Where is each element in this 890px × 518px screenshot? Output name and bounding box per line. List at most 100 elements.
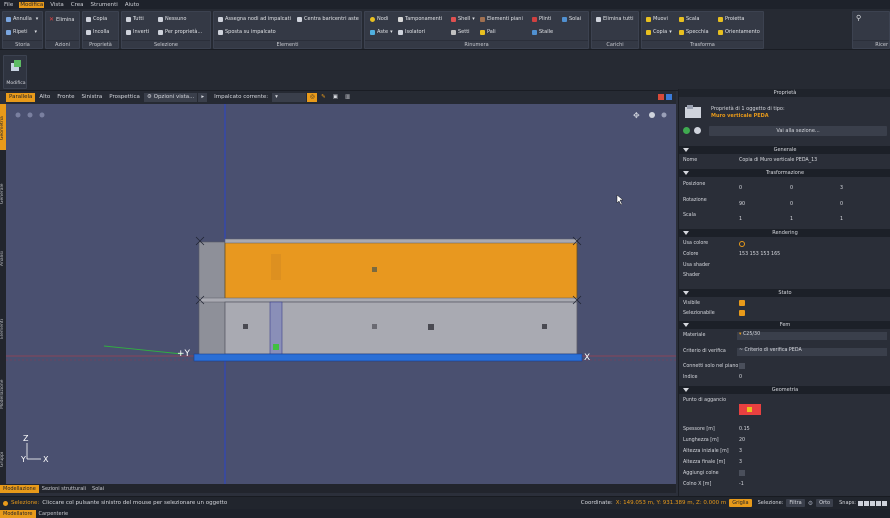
scale-y[interactable]: 1 (790, 217, 793, 222)
chevron-down-icon[interactable]: ▾ (390, 29, 393, 35)
lock-icon[interactable]: ▥ (342, 93, 353, 102)
chevron-down-icon[interactable]: ▾ (669, 29, 672, 35)
chevron-down-icon[interactable]: ▾ (36, 16, 39, 22)
foundation-beam[interactable] (193, 353, 583, 362)
section-stato[interactable]: Stato (679, 289, 890, 297)
section-generale[interactable]: Generale (679, 146, 890, 154)
renumber-planar-button[interactable]: Elementi piani (480, 16, 523, 22)
scale-x[interactable]: 1 (739, 217, 742, 222)
connect-plane-checkbox[interactable] (739, 363, 745, 369)
filter-button[interactable]: Filtra (786, 499, 805, 507)
color-field[interactable]: 153 153 153 165 (739, 252, 780, 257)
tab-solai[interactable]: Solai (89, 485, 107, 493)
top-slab[interactable] (224, 238, 578, 244)
move-to-level-button[interactable]: Sposta su impalcato (218, 29, 276, 35)
modifica-mode-button[interactable]: Modifica (3, 55, 27, 89)
mirror-button[interactable]: Specchia (679, 29, 709, 35)
search-icon[interactable]: ⚲ (856, 14, 861, 22)
end-height-field[interactable]: 3 (739, 460, 742, 465)
menu-file[interactable]: File (3, 2, 14, 8)
section-trasformazione[interactable]: Trasformazione (679, 169, 890, 177)
node-marker[interactable] (372, 324, 377, 329)
delete-button[interactable]: ✕ Elimina (49, 16, 74, 23)
view-options-button[interactable]: ⚙ Opzioni vista... (143, 93, 198, 102)
ortho-toggle[interactable]: Orto (816, 499, 834, 507)
back-icon[interactable] (683, 127, 690, 134)
snap-icon[interactable] (864, 500, 869, 506)
snap-icon[interactable] (858, 500, 863, 506)
position-y[interactable]: 0 (790, 186, 793, 191)
thickness-field[interactable]: 0.15 (739, 427, 750, 432)
section-fem[interactable]: Fem (679, 321, 890, 329)
center-beams-button[interactable]: Centra baricentri aste (297, 16, 359, 22)
renumber-plinths-button[interactable]: Plinti (532, 16, 551, 22)
mid-slab[interactable] (198, 297, 578, 303)
node-marker[interactable] (243, 324, 248, 329)
selectable-checkbox[interactable] (739, 310, 745, 316)
left-wall-upper[interactable] (198, 241, 226, 301)
trash-icon[interactable]: ▣ (330, 93, 341, 102)
goto-section-button[interactable]: Vai alla sezione... (709, 126, 887, 136)
renumber-stalls-button[interactable]: Stalle (532, 29, 553, 35)
undo-button[interactable]: Annulla ▾ (6, 16, 38, 22)
left-wall-lower[interactable] (198, 299, 226, 357)
select-all-button[interactable]: Tutti (126, 16, 144, 22)
viewport-blue-icon[interactable] (666, 94, 672, 100)
wrench-icon[interactable]: ✎ (318, 93, 329, 102)
invert-selection-button[interactable]: Inverti (126, 29, 149, 35)
assign-nodes-button[interactable]: Assegna nodi ad impalcati (218, 16, 291, 22)
scale-z[interactable]: 1 (840, 217, 843, 222)
3d-viewport[interactable]: ✥ +Y X Z Y X (6, 104, 676, 484)
chevron-down-icon[interactable]: ▾ (472, 16, 475, 22)
tab-carpenterie[interactable]: Carpenterie (36, 510, 72, 518)
rotation-x[interactable]: 90 (739, 202, 745, 207)
paste-button[interactable]: Incolla (86, 29, 109, 35)
current-level-select[interactable]: ▾ (272, 93, 307, 102)
menu-aiuto[interactable]: Aiuto (124, 2, 140, 8)
tab-sinistra[interactable]: Sinistra (79, 93, 106, 102)
add-columns-checkbox[interactable] (739, 470, 745, 476)
tab-sezioni-strutturali[interactable]: Sezioni strutturali (39, 485, 89, 493)
anchor-point-picker[interactable] (739, 404, 761, 415)
tab-prospettica[interactable]: Prospettica (106, 93, 143, 102)
select-none-button[interactable]: Nessuno (158, 16, 186, 22)
renumber-walls-button[interactable]: Setti (451, 29, 470, 35)
section-rendering[interactable]: Rendering (679, 229, 890, 237)
chevron-down-icon[interactable]: ▾ (34, 29, 37, 35)
menu-vista[interactable]: Vista (49, 2, 65, 8)
use-color-toggle[interactable] (739, 241, 745, 247)
viewport-red-icon[interactable] (658, 94, 664, 100)
index-field[interactable]: 0 (739, 375, 742, 380)
view-dot-icon[interactable] (15, 112, 21, 118)
orbit-icon[interactable] (649, 112, 655, 118)
renumber-shell-button[interactable]: Shell ▾ (451, 16, 475, 22)
select-by-property-button[interactable]: Per proprietà... (158, 29, 202, 35)
position-x[interactable]: 0 (739, 186, 742, 191)
length-field[interactable]: 20 (739, 438, 745, 443)
view-dot-icon[interactable] (27, 112, 33, 118)
tab-modellatore[interactable]: Modellatore (0, 509, 36, 518)
snap-icon[interactable] (876, 500, 881, 506)
section-geometria[interactable]: Geometria (679, 386, 890, 394)
move-button[interactable]: Muovi (646, 16, 668, 22)
snap-icon[interactable] (870, 500, 875, 506)
renumber-nodes-button[interactable]: Nodi (370, 16, 388, 22)
menu-strumenti[interactable]: Strumenti (90, 2, 119, 8)
scale-button[interactable]: Scala (679, 16, 699, 22)
snap-icon[interactable] (882, 500, 887, 506)
renumber-infill-button[interactable]: Tamponamenti (398, 16, 442, 22)
project-button[interactable]: Proietta (718, 16, 744, 22)
view-dot-icon[interactable] (39, 112, 45, 118)
play-icon[interactable]: ▸ (198, 93, 208, 102)
snap-level-icon[interactable]: ◎ (307, 93, 318, 102)
orientation-button[interactable]: Orientamento (718, 29, 760, 35)
settings-icon[interactable] (694, 127, 701, 134)
rotation-y[interactable]: 0 (790, 202, 793, 207)
menu-crea[interactable]: Crea (70, 2, 85, 8)
filter-settings-icon[interactable]: ⚙ (808, 500, 813, 507)
column-x-field[interactable]: -1 (739, 482, 744, 487)
menu-modifica[interactable]: Modifica (19, 1, 45, 8)
node-marker[interactable] (542, 324, 547, 329)
tab-parallela[interactable]: Parallela (6, 93, 36, 102)
tab-modellazione[interactable]: Modellazione (0, 484, 39, 493)
